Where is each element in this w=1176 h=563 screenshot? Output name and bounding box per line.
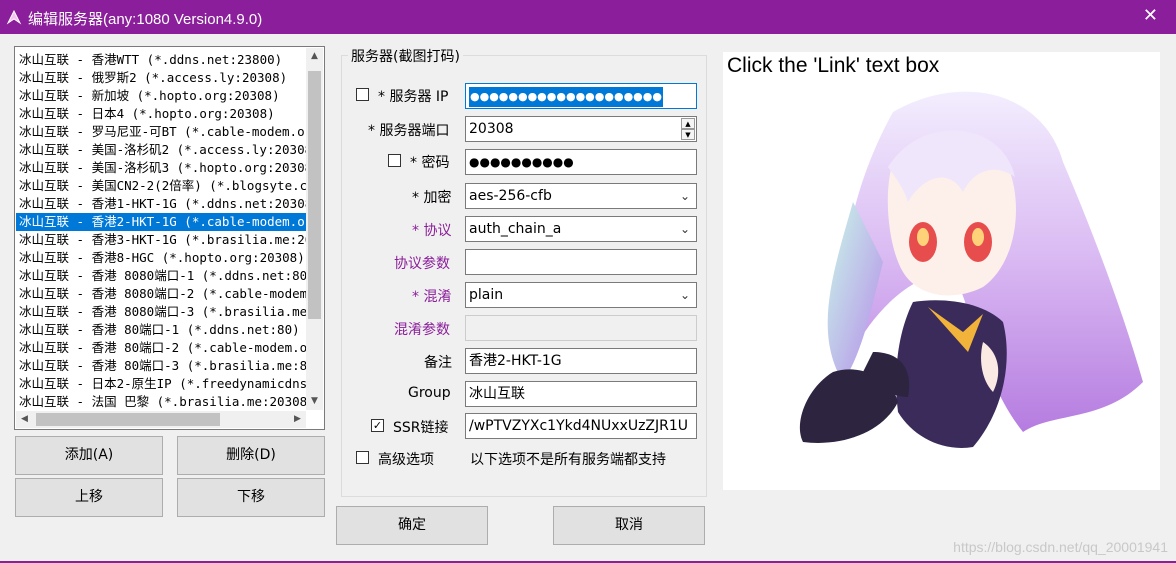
title-bar: 编辑服务器(any:1080 Version4.9.0) ✕ [0, 0, 1176, 34]
password-field[interactable]: ●●●●●●●●●● [465, 149, 697, 175]
port-spinner[interactable]: ▲ ▼ [681, 118, 695, 140]
remarks-value: 香港2-HKT-1G [469, 353, 562, 369]
server-list-item[interactable]: 冰山互联 - 香港2-HKT-1G (*.cable-modem.org:203… [16, 213, 306, 231]
group-title: 服务器(截图打码) [348, 46, 463, 66]
cancel-button[interactable]: 取消 [553, 506, 705, 545]
qr-code-panel[interactable]: Click the 'Link' text box [723, 52, 1160, 490]
server-list-item[interactable]: 冰山互联 - 香港 8080端口-1 (*.ddns.net:8080) [16, 267, 306, 285]
ssr-link-label: SSR链接 [393, 420, 449, 436]
chevron-down-icon: ⌄ [679, 288, 690, 302]
server-list-item[interactable]: 冰山互联 - 香港WTT (*.ddns.net:23800) [16, 51, 306, 69]
ok-button[interactable]: 确定 [336, 506, 488, 545]
vertical-scrollbar[interactable]: ▲ ▼ [306, 48, 323, 410]
server-list-item[interactable]: 冰山互联 - 日本4 (*.hopto.org:20308) [16, 105, 306, 123]
server-list-item[interactable]: 冰山互联 - 美国-洛杉矶2 (*.access.ly:20308) [16, 141, 306, 159]
remarks-label: 备注 [424, 355, 452, 371]
obfs-label: * 混淆 [412, 289, 452, 305]
port-value: 20308 [469, 121, 514, 137]
server-list-item[interactable]: 冰山互联 - 香港1-HKT-1G (*.ddns.net:20308) [16, 195, 306, 213]
group-value: 冰山互联 [469, 386, 525, 402]
password-label: * 密码 [410, 155, 450, 171]
group-label: Group [408, 385, 451, 401]
server-list-rows: 冰山互联 - 香港WTT (*.ddns.net:23800) 冰山互联 - 俄罗… [16, 51, 306, 411]
watermark-text: https://blog.csdn.net/qq_20001941 [953, 539, 1168, 555]
encryption-select[interactable]: aes-256-cfb ⌄ [465, 183, 697, 209]
window-title: 编辑服务器(any:1080 Version4.9.0) [28, 11, 263, 28]
server-ip-value: ●●●●●●●●●●●●●●●●●●●● [469, 87, 663, 107]
obfs-param-field [465, 315, 697, 341]
server-ip-label: * 服务器 IP [378, 89, 449, 105]
chevron-down-icon: ⌄ [679, 222, 690, 236]
server-list-item[interactable]: 冰山互联 - 新加坡 (*.hopto.org:20308) [16, 87, 306, 105]
obfs-select[interactable]: plain ⌄ [465, 282, 697, 308]
horizontal-scroll-thumb[interactable] [36, 413, 220, 426]
server-list-item[interactable]: 冰山互联 - 香港 80端口-2 (*.cable-modem.org:80) [16, 339, 306, 357]
scroll-down-icon[interactable]: ▼ [306, 393, 323, 410]
encryption-label: * 加密 [412, 190, 452, 206]
server-list-item[interactable]: 冰山互联 - 美国CN2-2(2倍率) (*.blogsyte.com:2030… [16, 177, 306, 195]
server-list-item[interactable]: 冰山互联 - 香港3-HKT-1G (*.brasilia.me:20308) [16, 231, 306, 249]
server-ip-checkbox[interactable] [356, 88, 369, 101]
server-list-item[interactable]: 冰山互联 - 香港 8080端口-3 (*.brasilia.me:8080) [16, 303, 306, 321]
remarks-field[interactable]: 香港2-HKT-1G [465, 348, 697, 374]
ssr-link-field[interactable]: /wPTVZYXc1Ykd4NUxxUzZJR1U [465, 413, 697, 439]
chevron-down-icon: ⌄ [679, 189, 690, 203]
ssr-link-checkbox[interactable]: ✓ [371, 419, 384, 432]
advanced-note: 以下选项不是所有服务端都支持 [470, 452, 666, 468]
scroll-up-icon[interactable]: ▲ [306, 48, 323, 65]
password-checkbox[interactable] [388, 154, 401, 167]
ssr-link-value: /wPTVZYXc1Ykd4NUxxUzZJR1U [469, 418, 689, 434]
scroll-left-icon[interactable]: ◀ [16, 411, 33, 428]
server-list-item[interactable]: 冰山互联 - 日本2-原生IP (*.freedynamicdns.net:20… [16, 375, 306, 393]
move-up-button[interactable]: 上移 [15, 478, 163, 517]
server-list-item[interactable]: 冰山互联 - 香港8-HGC (*.hopto.org:20308) [16, 249, 306, 267]
spin-down-icon[interactable]: ▼ [681, 129, 695, 140]
server-list-item[interactable]: 冰山互联 - 香港 80端口-3 (*.brasilia.me:80) [16, 357, 306, 375]
group-field[interactable]: 冰山互联 [465, 381, 697, 407]
protocol-param-label: 协议参数 [394, 256, 450, 272]
app-icon [6, 9, 22, 25]
server-list-item[interactable]: 冰山互联 - 俄罗斯2 (*.access.ly:20308) [16, 69, 306, 87]
scroll-right-icon[interactable]: ▶ [289, 411, 306, 428]
protocol-select[interactable]: auth_chain_a ⌄ [465, 216, 697, 242]
protocol-label: * 协议 [412, 223, 452, 239]
server-list-item[interactable]: 冰山互联 - 美国-洛杉矶3 (*.hopto.org:20308) [16, 159, 306, 177]
obfs-param-label: 混淆参数 [394, 322, 450, 338]
close-icon[interactable]: ✕ [1143, 6, 1158, 26]
server-list-item[interactable]: 冰山互联 - 法国 巴黎 (*.brasilia.me:20308) [16, 393, 306, 411]
server-list[interactable]: 冰山互联 - 香港WTT (*.ddns.net:23800) 冰山互联 - 俄罗… [14, 46, 325, 430]
port-field[interactable]: 20308 ▲ ▼ [465, 116, 697, 142]
server-list-item[interactable]: 冰山互联 - 香港 80端口-1 (*.ddns.net:80) [16, 321, 306, 339]
delete-button[interactable]: 删除(D) [177, 436, 325, 475]
server-list-item[interactable]: 冰山互联 - 罗马尼亚-可BT (*.cable-modem.org:20308… [16, 123, 306, 141]
protocol-param-field[interactable] [465, 249, 697, 275]
add-button[interactable]: 添加(A) [15, 436, 163, 475]
encryption-value: aes-256-cfb [469, 188, 552, 204]
password-value: ●●●●●●●●●● [469, 155, 574, 169]
obfs-value: plain [469, 287, 504, 303]
vertical-scroll-thumb[interactable] [308, 71, 321, 319]
protocol-value: auth_chain_a [469, 221, 562, 237]
move-down-button[interactable]: 下移 [177, 478, 325, 517]
port-label: * 服务器端口 [368, 123, 450, 139]
anime-character-illustration [799, 91, 1143, 448]
server-list-item[interactable]: 冰山互联 - 香港 8080端口-2 (*.cable-modem.org:80… [16, 285, 306, 303]
advanced-label: 高级选项 [378, 452, 434, 468]
spin-up-icon[interactable]: ▲ [681, 118, 695, 129]
advanced-checkbox[interactable] [356, 451, 369, 464]
horizontal-scrollbar[interactable]: ◀ ▶ [16, 411, 306, 428]
server-ip-field[interactable]: ●●●●●●●●●●●●●●●●●●●● [465, 83, 697, 109]
